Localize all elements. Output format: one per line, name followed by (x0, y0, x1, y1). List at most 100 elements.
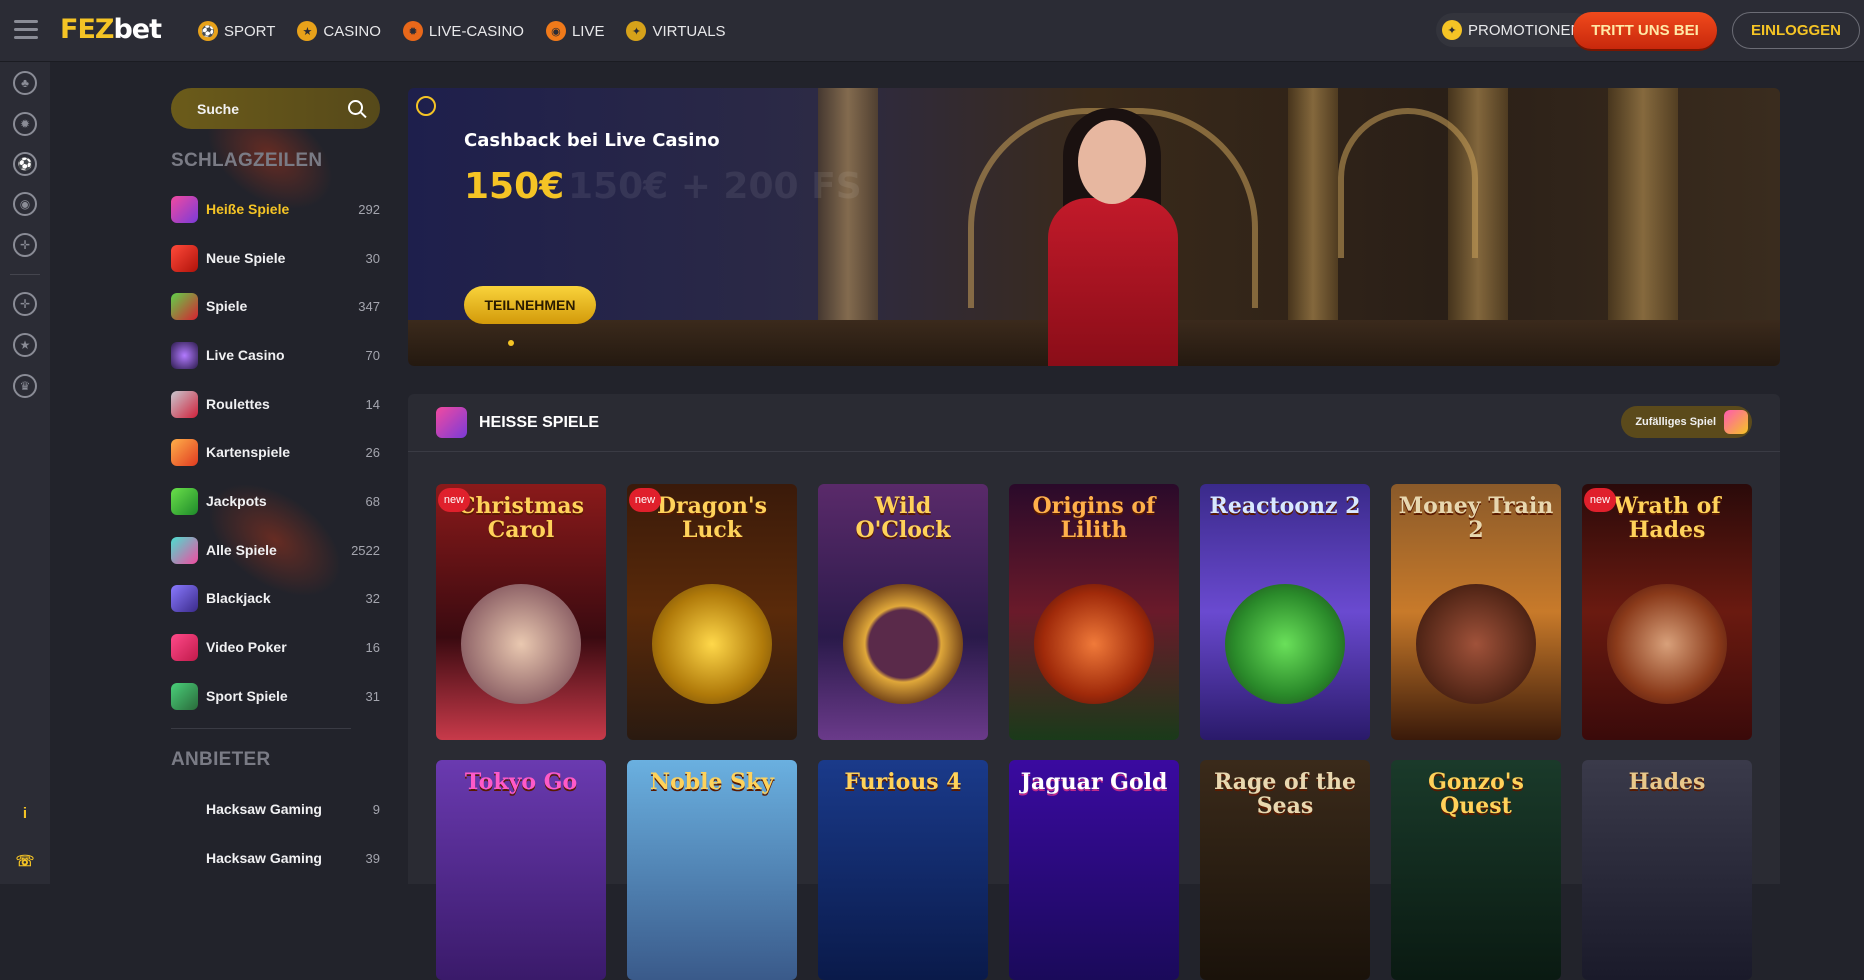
category-count: 26 (365, 444, 380, 460)
nav-virtuals[interactable]: ✦ VIRTUALS (626, 21, 726, 41)
sidebar-item-jackpots[interactable]: Jackpots 68 (171, 487, 380, 515)
game-tile[interactable]: Christmas Carol new (436, 484, 606, 740)
game-title: Money Train 2 (1398, 493, 1554, 543)
icon-rail: ♣ ✹ ⚽ ◉ ✛ ✛ ★ ♛ i ☏ (0, 62, 50, 884)
category-label: Roulettes (206, 396, 270, 412)
nav-sport[interactable]: ⚽ SPORT (198, 21, 275, 41)
category-label: Blackjack (206, 590, 271, 606)
category-label: Heiße Spiele (206, 201, 290, 217)
info-icon[interactable]: i (15, 805, 35, 825)
game-tile[interactable]: Noble Sky (627, 760, 797, 980)
game-tile[interactable]: Hades (1582, 760, 1752, 980)
login-button[interactable]: EINLOGGEN (1732, 12, 1860, 49)
nav-live-casino[interactable]: ✹ LIVE-CASINO (402, 21, 524, 41)
category-count: 30 (365, 250, 380, 266)
clover-icon (171, 487, 198, 515)
top-bar: FEZbet ⚽ SPORT ★ CASINO ✹ LIVE-CASINO ◉ LIVE… (0, 0, 1864, 62)
divider (171, 728, 351, 729)
nav-label: SPORT (224, 22, 276, 40)
sidebar-item-games[interactable]: Spiele 347 (171, 292, 380, 320)
carousel-dot[interactable] (508, 340, 514, 346)
camera-icon (171, 341, 198, 369)
provider-item[interactable]: Hacksaw Gaming 39 (171, 844, 380, 872)
roulette-icon: ✹ (402, 21, 423, 41)
search-icon[interactable] (348, 100, 363, 115)
game-tile[interactable]: Reactoonz 2 (1200, 484, 1370, 740)
new-badge: new (629, 488, 661, 512)
game-tile[interactable]: Origins of Lilith (1009, 484, 1179, 740)
participate-button[interactable]: TEILNEHMEN (464, 286, 596, 324)
sidebar-item-video-poker[interactable]: Video Poker 16 (171, 633, 380, 661)
game-tile[interactable]: Wrath of Hades new (1582, 484, 1752, 740)
dice-icon (171, 633, 198, 661)
sidebar-item-roulettes[interactable]: Roulettes 14 (171, 390, 380, 418)
club-icon[interactable]: ♣ (13, 71, 37, 95)
cards-icon (171, 438, 198, 466)
main-nav: ⚽ SPORT ★ CASINO ✹ LIVE-CASINO ◉ LIVE ✦ VIRTU… (198, 0, 726, 62)
game-tile[interactable]: Rage of the Seas (1200, 760, 1370, 980)
new-badge: new (438, 488, 470, 512)
provider-item[interactable]: Hacksaw Gaming 9 (171, 795, 380, 823)
sidebar-item-sport-games[interactable]: Sport Spiele 31 (171, 682, 380, 710)
game-title: Reactoonz 2 (1209, 493, 1361, 519)
soccer-ball-icon[interactable]: ⚽ (13, 152, 37, 176)
game-tile[interactable]: Tokyo Go (436, 760, 606, 980)
provider-icon (171, 845, 198, 872)
game-art (1607, 584, 1727, 704)
sidebar-item-all-games[interactable]: Alle Spiele 2522 (171, 536, 380, 564)
logo-part1: FEZ (60, 14, 114, 45)
random-game-button[interactable]: Zufälliges Spiel (1621, 406, 1752, 438)
category-label: Sport Spiele (206, 688, 288, 704)
provider-count: 39 (365, 850, 380, 866)
game-art (1034, 584, 1154, 704)
support-icon[interactable]: ☏ (15, 852, 35, 872)
game-tile[interactable]: Jaguar Gold (1009, 760, 1179, 980)
compass-icon[interactable]: ✛ (13, 292, 37, 316)
dealer-image (1078, 120, 1146, 204)
logo[interactable]: FEZbet (60, 14, 162, 45)
game-tile[interactable]: Money Train 2 (1391, 484, 1561, 740)
sidebar-item-hot-games[interactable]: Heiße Spiele 292 (171, 195, 380, 223)
panel-header: HEISSE SPIELE Zufälliges Spiel (408, 394, 1780, 452)
promo-banner[interactable]: Cashback bei Live Casino 150€ + 200 FS 1… (408, 88, 1780, 366)
star-badge-icon[interactable]: ★ (13, 333, 37, 357)
menu-icon[interactable] (14, 20, 38, 40)
game-title: Furious 4 (844, 769, 962, 795)
compass-icon (416, 96, 436, 116)
game-art (1225, 584, 1345, 704)
game-art (461, 584, 581, 704)
category-count: 32 (365, 590, 380, 606)
game-art (843, 584, 963, 704)
trophy-icon[interactable]: ♛ (13, 374, 37, 398)
nav-label: LIVE (571, 22, 605, 40)
category-count: 347 (358, 298, 380, 314)
game-tile[interactable]: Gonzo's Quest (1391, 760, 1561, 980)
category-label: Video Poker (206, 639, 287, 655)
sidebar-item-blackjack[interactable]: Blackjack 32 (171, 584, 380, 612)
hot-games-panel: HEISSE SPIELE Zufälliges Spiel Christmas… (408, 394, 1780, 980)
target-icon[interactable]: ✛ (13, 233, 37, 257)
all-games-icon (171, 536, 198, 564)
game-tile[interactable]: Wild O'Clock (818, 484, 988, 740)
provider-label: Hacksaw Gaming (206, 850, 322, 866)
nav-live[interactable]: ◉ LIVE (545, 21, 605, 41)
game-tile[interactable]: Dragon's Luck new (627, 484, 797, 740)
category-label: Jackpots (206, 493, 267, 509)
roulette-icon[interactable]: ✹ (13, 112, 37, 136)
promotions-button[interactable]: ✦ PROMOTIONEN (1436, 13, 1594, 47)
category-count: 14 (365, 396, 380, 412)
new-badge: new (1584, 488, 1616, 512)
category-count: 70 (365, 347, 380, 363)
category-label: Neue Spiele (206, 250, 286, 266)
category-count: 2522 (351, 542, 380, 558)
sidebar-item-live-casino[interactable]: Live Casino 70 (171, 341, 380, 369)
join-button[interactable]: TRITT UNS BEI (1573, 12, 1717, 49)
game-tile[interactable]: Furious 4 (818, 760, 988, 980)
live-signal-icon[interactable]: ◉ (13, 192, 37, 216)
sidebar-item-card-games[interactable]: Kartenspiele 26 (171, 438, 380, 466)
random-label: Zufälliges Spiel (1635, 416, 1716, 428)
ruby-icon (171, 244, 198, 272)
game-title: Origins of Lilith (1032, 493, 1156, 543)
sidebar-item-new-games[interactable]: Neue Spiele 30 (171, 244, 380, 272)
nav-casino[interactable]: ★ CASINO (297, 21, 381, 41)
